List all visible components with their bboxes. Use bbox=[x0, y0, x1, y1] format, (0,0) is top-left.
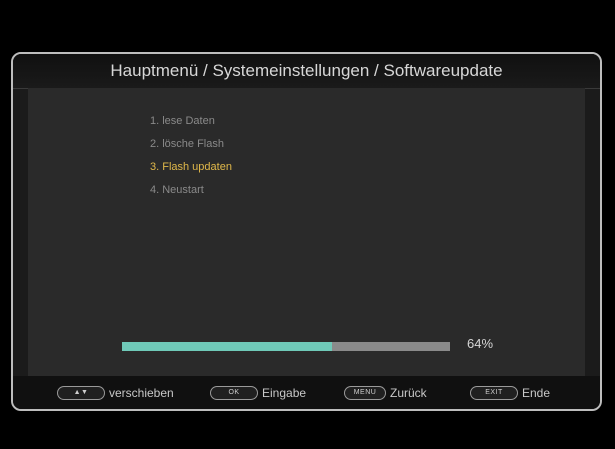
update-content: 1. lese Daten 2. lösche Flash 3. Flash u… bbox=[28, 88, 585, 378]
hint-ok[interactable]: OK Eingabe bbox=[210, 385, 307, 400]
hint-back[interactable]: MENU Zurück bbox=[344, 385, 427, 400]
hint-exit[interactable]: EXIT Ende bbox=[470, 385, 551, 400]
step-erase-flash: 2. lösche Flash bbox=[150, 138, 224, 150]
progress-bar bbox=[122, 342, 450, 351]
hint-move-label: verschieben bbox=[109, 385, 174, 400]
breadcrumb: Hauptmenü / Systemeinstellungen / Softwa… bbox=[110, 61, 503, 80]
step-read-data: 1. lese Daten bbox=[150, 115, 215, 127]
menu-key-icon: MENU bbox=[344, 385, 386, 400]
ok-key-icon: OK bbox=[210, 385, 258, 400]
progress-percentage: 64% bbox=[467, 336, 494, 351]
hint-move[interactable]: ▲▼ verschieben bbox=[57, 385, 174, 400]
hint-exit-label: Ende bbox=[522, 385, 551, 400]
step-flash-update: 3. Flash updaten bbox=[150, 161, 232, 173]
hint-ok-label: Eingabe bbox=[262, 385, 307, 400]
page-title: Hauptmenü / Systemeinstellungen / Softwa… bbox=[13, 54, 600, 89]
exit-key-icon: EXIT bbox=[470, 385, 518, 400]
update-dialog: Hauptmenü / Systemeinstellungen / Softwa… bbox=[11, 52, 602, 411]
progress-bar-fill bbox=[122, 342, 332, 351]
button-hint-bar: ▲▼ verschieben OK Eingabe MENU Zurück EX… bbox=[13, 376, 600, 409]
hint-back-label: Zurück bbox=[390, 385, 427, 400]
up-down-arrows-icon: ▲▼ bbox=[57, 385, 105, 400]
update-steps-list: 1. lese Daten 2. lösche Flash 3. Flash u… bbox=[150, 110, 232, 202]
step-restart: 4. Neustart bbox=[150, 184, 204, 196]
